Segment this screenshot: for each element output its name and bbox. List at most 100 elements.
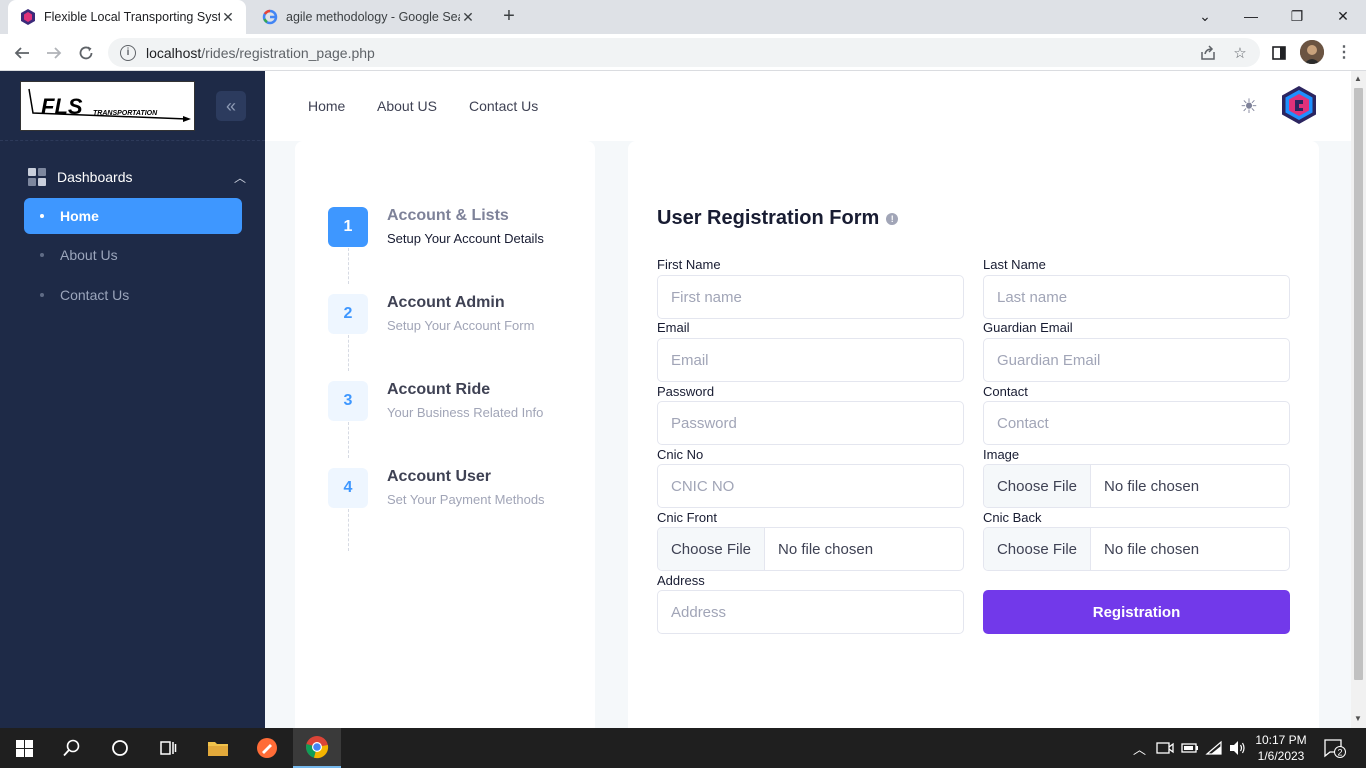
theme-sun-icon[interactable]: ☀ [1238,96,1260,118]
step-title: Account User [387,468,492,485]
volume-icon[interactable] [1228,728,1246,768]
guardian-email-field[interactable] [983,338,1290,382]
cnic-back-label: Cnic Back [983,510,1042,525]
cnic-front-file-input[interactable]: Choose File No file chosen [657,527,964,571]
tab-title: agile methodology - Google Search [286,10,460,24]
dashboard-grid-icon [28,168,46,186]
page-scrollbar[interactable]: ▲ ▼ [1351,71,1366,728]
bullet-icon [40,253,44,257]
bullet-icon [40,293,44,297]
back-icon[interactable] [9,40,35,66]
meet-now-icon[interactable] [1156,728,1174,768]
nav-link-about-us[interactable]: About US [377,98,437,114]
show-hidden-icons[interactable]: ︿ [1133,728,1146,768]
menu-heading-label: Dashboards [57,169,133,185]
brand-logo[interactable]: FLS TRANSPORTATION [20,81,195,131]
bookmark-star-icon[interactable]: ☆ [1231,44,1249,62]
sidebar-divider [0,140,265,141]
sidebar-item-home[interactable]: Home [24,198,242,234]
logo-text: FLS [41,94,83,119]
sidebar-collapse-button[interactable]: « [216,91,246,121]
step-1[interactable]: 1 Account & Lists Setup Your Account Det… [328,207,578,249]
bullet-icon [40,214,44,218]
cortana-icon[interactable] [96,728,144,768]
browser-tab-active[interactable]: Flexible Local Transporting System ✕ [8,0,246,34]
sidebar-item-label: Home [60,208,99,224]
file-explorer-icon[interactable] [194,728,242,768]
step-number: 3 [328,381,368,421]
forward-icon[interactable] [41,40,67,66]
registration-button[interactable]: Registration [983,590,1290,634]
scroll-down-icon[interactable]: ▼ [1354,714,1362,723]
close-window-icon[interactable]: ✕ [1320,0,1366,32]
battery-icon[interactable] [1181,728,1199,768]
image-file-input[interactable]: Choose File No file chosen [983,464,1290,508]
minimize-icon[interactable]: — [1228,0,1274,32]
step-3[interactable]: 3 Account Ride Your Business Related Inf… [328,381,578,423]
file-status: No file chosen [778,540,874,558]
step-description: Setup Your Account Details [387,231,544,246]
browser-tab-inactive[interactable]: agile methodology - Google Search ✕ [250,0,486,34]
nav-link-home[interactable]: Home [308,98,345,114]
choose-file-button[interactable]: Choose File [658,528,765,570]
profile-avatar[interactable] [1300,40,1324,64]
address-field[interactable] [657,590,964,634]
password-label: Password [657,384,715,399]
file-status: No file chosen [1104,540,1200,558]
step-4[interactable]: 4 Account User Set Your Payment Methods [328,468,578,510]
cnic-no-label: Cnic No [657,447,704,462]
sidebar: FLS TRANSPORTATION « Dashboards ︿ Home A… [0,71,265,728]
step-connector [348,248,349,284]
first-name-field[interactable] [657,275,964,319]
help-info-icon[interactable]: ! [886,212,899,225]
postman-icon[interactable] [243,728,291,768]
step-2[interactable]: 2 Account Admin Setup Your Account Form [328,294,578,336]
browser-menu-icon[interactable]: ⋮ [1336,42,1352,62]
form-title: User Registration Form ! [657,207,899,230]
scroll-up-icon[interactable]: ▲ [1354,74,1362,83]
close-tab-icon[interactable]: ✕ [220,9,236,25]
user-avatar[interactable] [1279,85,1319,125]
side-panel-icon[interactable] [1270,44,1288,62]
tab-search-icon[interactable]: ⌄ [1182,0,1228,32]
top-header: Home About US Contact Us ☀ [265,71,1351,141]
image-label: Image [983,447,1020,462]
contact-field[interactable] [983,401,1290,445]
reload-icon[interactable] [73,40,99,66]
menu-dashboards-toggle[interactable]: Dashboards ︿ [28,167,246,187]
notification-center-icon[interactable]: 2 [1324,728,1346,768]
password-field[interactable] [657,401,964,445]
address-bar[interactable]: i localhost/rides/registration_page.php [108,38,1260,67]
windows-start-icon[interactable] [0,728,48,768]
stepper-card: 1 Account & Lists Setup Your Account Det… [295,141,595,728]
restore-icon[interactable]: ❐ [1274,0,1320,32]
chrome-taskbar-icon[interactable] [293,728,341,768]
email-field[interactable] [657,338,964,382]
system-clock[interactable]: 10:17 PM 1/6/2023 [1246,732,1316,764]
share-icon[interactable] [1199,44,1217,62]
search-icon[interactable] [48,728,96,768]
cnic-no-field[interactable] [657,464,964,508]
step-description: Setup Your Account Form [387,318,535,333]
last-name-field[interactable] [983,275,1290,319]
contact-label: Contact [983,384,1028,399]
file-status: No file chosen [1104,477,1200,495]
wifi-icon[interactable] [1205,728,1223,768]
sidebar-item-about-us[interactable]: About Us [24,237,242,273]
clock-date: 1/6/2023 [1257,749,1305,763]
task-view-icon[interactable] [144,728,192,768]
clock-time: 10:17 PM [1255,733,1307,747]
double-chevron-left-icon: « [225,95,236,116]
step-connector [348,422,349,458]
site-info-icon[interactable]: i [120,44,136,61]
sidebar-item-contact-us[interactable]: Contact Us [24,277,242,313]
windows-taskbar: ︿ 10:17 PM 1/6/2023 2 [0,728,1366,768]
new-tab-icon[interactable]: + [498,6,520,28]
choose-file-button[interactable]: Choose File [984,528,1091,570]
google-favicon-icon [262,9,278,25]
cnic-back-file-input[interactable]: Choose File No file chosen [983,527,1290,571]
choose-file-button[interactable]: Choose File [984,465,1091,507]
close-tab-icon[interactable]: ✕ [460,9,476,25]
nav-link-contact-us[interactable]: Contact Us [469,98,538,114]
scrollbar-thumb[interactable] [1354,88,1363,680]
